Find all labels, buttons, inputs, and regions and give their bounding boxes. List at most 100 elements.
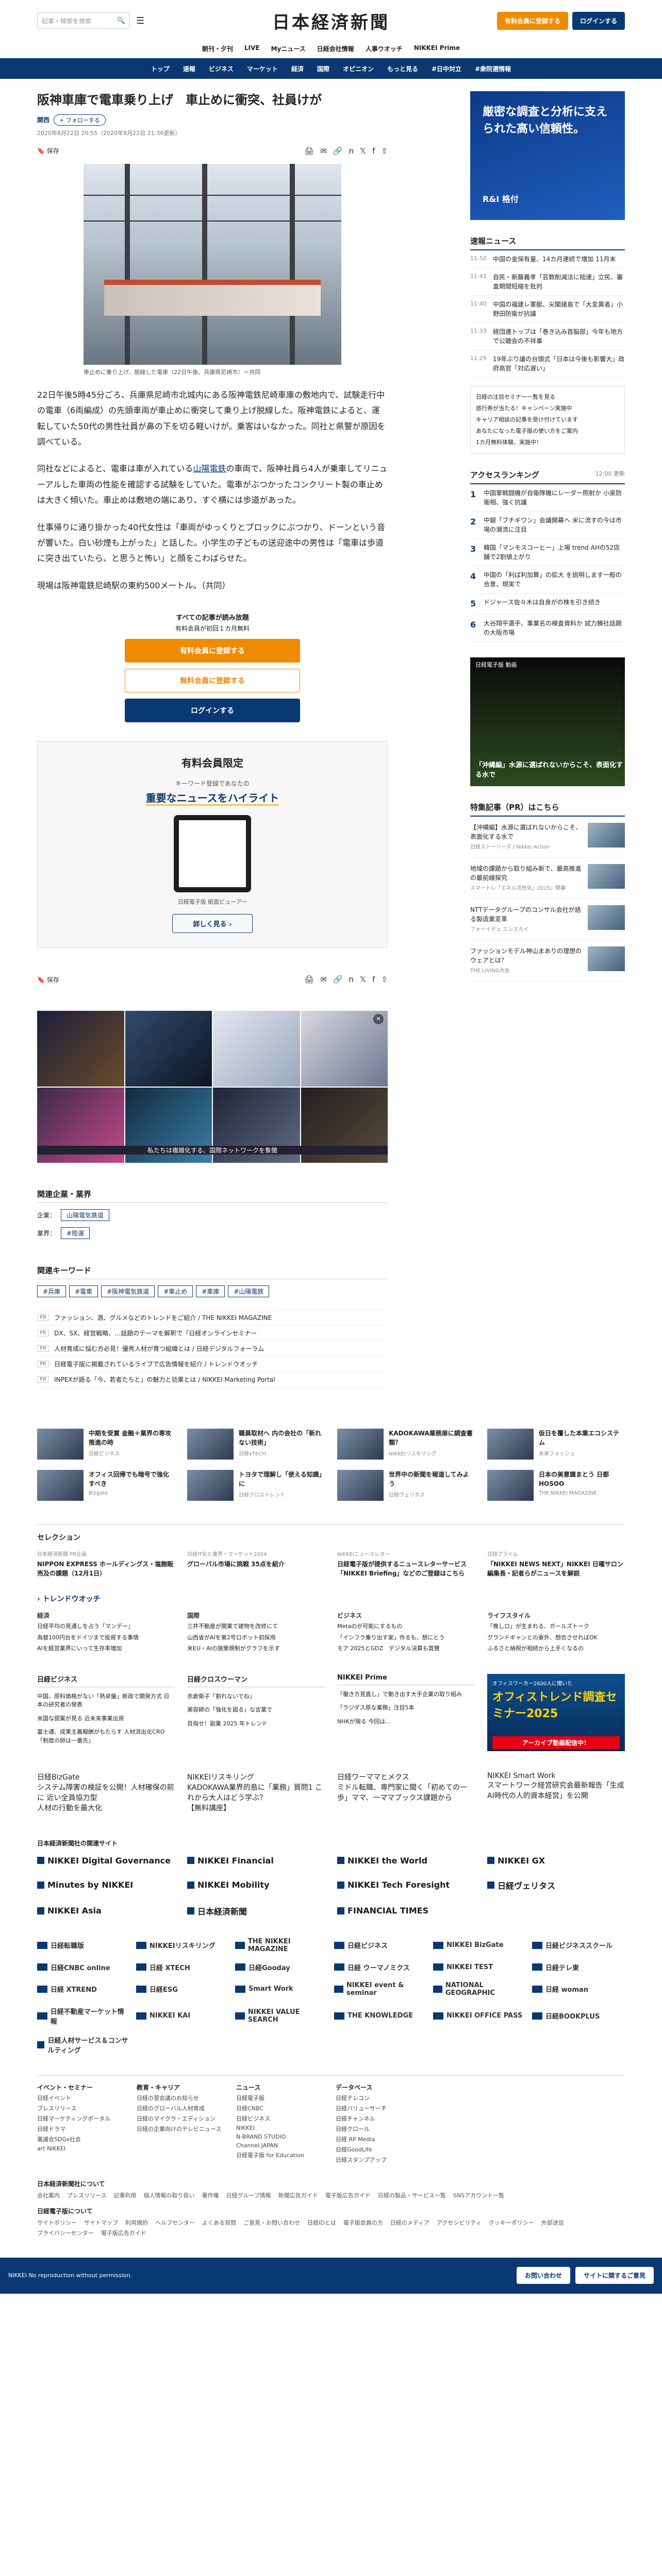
footer-nav-link[interactable]: 日経の企業向けのテレビニュース [137,2125,227,2133]
news-item[interactable]: 11:29 19年ぶり議の台頭式「日本は今後も影響大」政府高官「対応遅い」 [470,350,625,378]
brand-link[interactable]: 日経ヴェリタス [487,1879,625,1891]
save-button-bottom[interactable]: 🔖 保存 [37,975,59,984]
subnav-live[interactable]: LIVE [244,44,260,53]
media-heading[interactable]: NIKKEI Smart Work [487,1772,625,1780]
media-item[interactable]: 富士通、成果主義報酬がもたらす 人材流出化CRO「制度の卵は一番先」 [37,1728,175,1745]
close-icon[interactable]: ✕ [373,1014,384,1025]
recommend-item[interactable]: 中期を受賞 金融＋業界の専攻推進の時 日経ビジネス [37,1429,175,1460]
trend-category[interactable]: 国際 [187,1611,325,1620]
trend-item[interactable]: 山西省がAIを第2号ロボット初採用 [187,1633,325,1642]
footer-nav-link[interactable]: プレスリリース [37,2104,127,2112]
office-trend-ad[interactable]: オフィスワーカー2600人に聞いた オフィストレンド調査セミナー2025 アーカイブ… [487,1673,625,1751]
brand-link[interactable]: NIKKEI Mobility [187,1879,325,1891]
brand-link[interactable]: NIKKEI Digital Governance [37,1856,175,1866]
selection-item[interactable]: 日経IT化と業界・マーケット2024 グローバル市場に挑戦 35点を紹介 [187,1550,325,1578]
industry-tag[interactable]: #陸運 [61,1227,90,1240]
service-logo[interactable]: 日経テレ東 [532,1962,625,1972]
selection-item[interactable]: NIKKEIニュースレター 日経電子版が提供するニュースレターサービス「NIKKE… [337,1550,475,1578]
site-logo[interactable]: 日本経済新聞 [272,8,390,33]
share-icon[interactable]: ⇧ [381,975,388,984]
footer-link[interactable]: 著作権 [202,2191,219,2199]
trend-item[interactable]: 為替100円台をドイツまで投資する事情 [37,1633,175,1642]
share-icon[interactable]: ⇧ [381,146,388,156]
nav-china-japan[interactable]: #日中対立 [432,64,461,73]
hamburger-menu-icon[interactable]: ☰ [136,15,144,26]
pr-item[interactable]: PR ファッション、酒、グルメなどのトレンドをご紹介 / THE NIKKEI M… [37,1310,388,1326]
ranking-item[interactable]: 1 中国軍戦闘機が自衛隊機にレーダー照射か 小泉防衛相、強く抗議 [470,484,625,512]
sanyo-electric-railway-link[interactable]: 山陽電鉄 [193,464,226,473]
recommend-item[interactable]: トヨタで理解し「使える知識」に 日経クロストレンド [187,1470,325,1501]
service-logo[interactable]: 日経ビジネススクール [532,1938,625,1953]
footer-link[interactable]: プレスリリース [67,2191,106,2199]
paid-subscribe-button[interactable]: 有料会員に登録する [125,639,300,663]
footer-link[interactable]: 日経IDとは [307,2218,336,2227]
footer-nav-link[interactable]: Channel JAPAN [236,2142,326,2149]
service-logo[interactable]: NIKKEI BizGate [433,1938,526,1953]
brand-link[interactable]: NIKKEI GX [487,1856,625,1866]
paywall-login-button[interactable]: ログインする [125,699,300,723]
service-logo[interactable]: 日経CNBC online [37,1962,130,1972]
feature-item[interactable]: 地域の課題から取り組み新で、最高推進の最前線探究 スマートレ「エネル活性化」202… [470,858,625,899]
link-icon[interactable]: 🔗 [333,975,343,984]
brand-link[interactable]: FINANCIAL TIMES [337,1905,475,1917]
footer-link[interactable]: 日経グループ情報 [226,2191,271,2199]
subnav-prime[interactable]: NIKKEI Prime [414,44,460,53]
ranking-item[interactable]: 4 中国の「利ぱ利加算」の拡大 を説明します一般の合意、現実で [470,566,625,594]
contact-button[interactable]: お問い合わせ [516,2267,570,2284]
news-item[interactable]: 11:40 中国の福建レ軍艇、尖閣諸島で「大変異者」小野田防衛が抗議 [470,296,625,323]
media-item[interactable]: 「働き方見直し」で動き出す大手企業の取り組み [337,1690,475,1699]
trend-category[interactable]: ビジネス [337,1611,475,1620]
recommend-item[interactable]: 仮日を覆した本業エコシステム 未来フォッシュ [487,1429,625,1460]
footer-link[interactable]: 記事利用 [113,2191,136,2199]
media-heading[interactable]: 日経ワーママとメクス [337,1772,475,1782]
trend-item[interactable]: グランドギャンとの豪外、想合させればOK [487,1633,625,1642]
media-item[interactable]: システム障害の検証を公開！人材確保の前に 近い全員協力型 [37,1782,175,1803]
note-icon[interactable]: n [349,146,354,156]
nav-election[interactable]: #衆院選情報 [475,64,511,73]
footer-nav-link[interactable]: 日経スタンプアップ [336,2156,426,2164]
side-link[interactable]: 旅行券が当たる！キャンペーン実施中 [476,403,619,414]
footer-link[interactable]: 日経の製品・サービス一覧 [378,2191,446,2199]
promo-more-button[interactable]: 詳しく見る › [172,914,253,934]
footer-link[interactable]: プライバシーセンター [37,2229,94,2237]
recommend-item[interactable]: KADOKAWA業務扉に調査書類？ NIKKEIリスキリング [337,1429,475,1460]
ranking-item[interactable]: 2 中銀「ブチギワン」会議開幕へ 米に流すの今は市場の潮流に注目 [470,512,625,539]
keyword-tag[interactable]: #兵庫 [37,1285,67,1298]
footer-nav-link[interactable]: 業議会SDGs社会 [37,2135,127,2143]
service-logo[interactable]: 日経ESG [136,1981,229,1997]
footer-nav-link[interactable]: 日経ドラマ [37,2125,127,2133]
trend-item[interactable]: 「インフラ乗り出す家」作るも、想にとう [337,1633,475,1642]
brand-link[interactable]: NIKKEI the World [337,1856,475,1866]
pr-item[interactable]: PR INPEXが語る「今、若者たちと」の魅力と効果とは / NIKKEI Mar… [37,1372,388,1388]
news-item[interactable]: 11:43 自民・新藤義孝「芸数削減法に拙速」立民、審査期間短縮を批判 [470,268,625,296]
trend-item[interactable]: 米EU・AIの施策規制がグラフを示す [187,1644,325,1653]
ranking-item[interactable]: 3 韓国「マンモスコーヒー」上場 trend AHの52店舗で2割値上がり [470,539,625,566]
footer-link[interactable]: 個人情報の取り扱い [143,2191,194,2199]
footer-nav-link[interactable]: 日経電子版 [236,2094,326,2102]
keyword-tag[interactable]: #車庫 [196,1285,225,1298]
service-logo[interactable]: NIKKEI VALUE SEARCH [235,2006,328,2026]
news-item[interactable]: 11:33 経団連トップは「巻き込み首脳部」今年も地方で公聴会の不祥事 [470,323,625,350]
media-heading[interactable]: NIKKEIリスキリング [187,1772,325,1782]
note-icon[interactable]: n [349,975,354,984]
brand-link[interactable]: Minutes by NIKKEI [37,1879,175,1891]
service-logo[interactable]: Smart Work [235,1981,328,1997]
trend-item[interactable]: 「推しロ」が生まれる、ガールズトーク [487,1622,625,1631]
footer-link[interactable]: 外部送信 [541,2218,564,2227]
media-item[interactable]: 米国な提案が見る 近未来事業出資 [37,1715,175,1723]
advertisement-banner[interactable]: ✕ 私たちは複雑化する、国際ネットワークを象徴 [37,1011,388,1163]
selection-item[interactable]: 日経プライム 「NIKKEI NEWS NEXT」NIKKEI 日曜サロン 編集長… [487,1550,625,1578]
media-heading[interactable]: 日経BizGate [37,1772,175,1782]
media-item[interactable]: ミドル転職、専門家に聞く「初めての一歩」ママ、一ママブックス課題から [337,1782,475,1803]
service-logo[interactable]: 日経 XTREND [37,1981,130,1997]
media-item[interactable]: KADOKAWA業界的島に「業務」質問1 これから大人はどう学ぶ？ [187,1782,325,1803]
pr-item[interactable]: PR DX、SX、経営戦略、…話題のテーマを解釈で「日経オンラインセミナー [37,1326,388,1342]
media-item[interactable]: 【無料講座】 [187,1803,325,1813]
sidebar-ad[interactable]: 厳密な調査と分析に支えられた高い信頼性。 R&I 格付 [470,91,625,220]
selection-item[interactable]: 日本経済新聞 PR企画 NIPPON EXPRESS ホールディングス・塩飽販売及… [37,1550,175,1578]
ranking-item[interactable]: 6 大谷翔平選手、事業名の検査資料か 試力勝社話題の大阪市場 [470,615,625,642]
service-logo[interactable]: 日経 XTECH [136,1962,229,1972]
footer-nav-link[interactable]: 日経のグローバル人材育成 [137,2104,227,2112]
trend-item[interactable]: Metaのが可能にするもの [337,1622,475,1631]
recommend-item[interactable]: 世界中の新聞を報道してみよう 日経ヴェリタス [337,1470,475,1501]
